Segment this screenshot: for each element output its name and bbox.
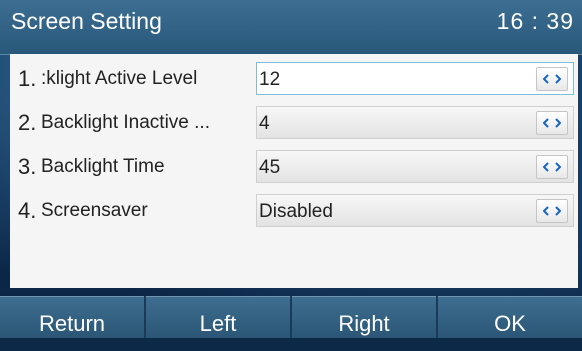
backlight-inactive-level-field[interactable]: 4 bbox=[256, 106, 574, 139]
right-softkey[interactable]: Right bbox=[292, 296, 436, 338]
backlight-active-level-field[interactable]: 12 bbox=[256, 62, 574, 95]
left-right-arrow-icon[interactable] bbox=[536, 199, 568, 223]
ok-softkey[interactable]: OK bbox=[438, 296, 582, 338]
field-value: Disabled bbox=[259, 201, 333, 222]
row-label: :klight Active Level bbox=[41, 68, 198, 89]
setting-row-backlight-active-level[interactable]: 1. :klight Active Level 12 bbox=[10, 58, 578, 102]
row-number: 3. bbox=[18, 154, 37, 179]
setting-row-backlight-inactive-level[interactable]: 2. Backlight Inactive ... 4 bbox=[10, 102, 578, 146]
field-value: 12 bbox=[259, 69, 281, 90]
return-softkey[interactable]: Return bbox=[0, 296, 144, 338]
field-value: 45 bbox=[259, 157, 281, 178]
left-right-arrow-icon[interactable] bbox=[536, 155, 568, 179]
backlight-time-field[interactable]: 45 bbox=[256, 150, 574, 183]
phone-screen: Screen Setting 16 : 39 1. :klight Active… bbox=[0, 0, 582, 338]
row-label: Backlight Time bbox=[41, 156, 165, 177]
clock: 16 : 39 bbox=[496, 8, 574, 34]
softkey-bar: Return Left Right OK bbox=[0, 296, 582, 338]
left-right-arrow-icon[interactable] bbox=[536, 67, 568, 91]
row-number: 4. bbox=[18, 198, 37, 223]
field-value: 4 bbox=[259, 113, 270, 134]
left-softkey[interactable]: Left bbox=[146, 296, 290, 338]
setting-row-screensaver[interactable]: 4. Screensaver Disabled bbox=[10, 190, 578, 234]
left-right-arrow-icon[interactable] bbox=[536, 111, 568, 135]
row-label: Screensaver bbox=[41, 200, 148, 221]
row-number: 2. bbox=[18, 110, 37, 135]
settings-panel: 1. :klight Active Level 12 2. Backlight … bbox=[10, 54, 578, 288]
setting-row-backlight-time[interactable]: 3. Backlight Time 45 bbox=[10, 146, 578, 190]
title-bar: Screen Setting 16 : 39 bbox=[0, 0, 582, 55]
row-label: Backlight Inactive ... bbox=[41, 112, 210, 133]
screensaver-field[interactable]: Disabled bbox=[256, 194, 574, 227]
page-title: Screen Setting bbox=[11, 8, 162, 34]
row-number: 1. bbox=[18, 66, 37, 91]
